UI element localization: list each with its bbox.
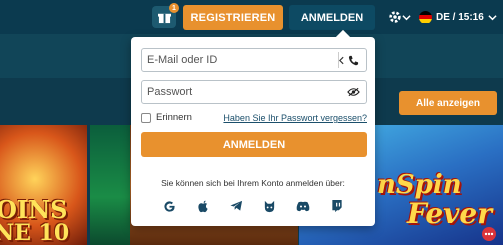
chevron-down-icon [401,14,411,20]
email-placeholder: E-Mail oder ID [147,54,218,66]
discord-icon[interactable] [295,198,311,214]
login-button[interactable]: ANMELDEN [289,5,375,30]
telegram-icon[interactable] [228,198,244,214]
game-tile[interactable]: OINS NE 10 [0,125,87,245]
remember-me[interactable]: Erinnern [141,112,192,123]
gift-icon [157,13,171,23]
gift-badge: 1 [169,3,179,13]
field-separator [338,52,344,68]
eye-off-icon[interactable] [345,84,361,100]
show-all-button[interactable]: Alle anzeigen [399,91,497,115]
social-login-row [161,197,345,215]
register-button[interactable]: REGISTRIEREN [183,5,283,30]
phone-icon[interactable] [345,52,361,68]
apple-icon[interactable] [195,198,211,214]
language-time-label: DE / 15:16 [436,11,484,23]
remember-checkbox[interactable] [141,112,151,123]
twitch-icon[interactable] [329,198,345,214]
language-time-selector[interactable]: DE / 15:16 [419,6,503,28]
forgot-password-link[interactable]: Haben Sie Ihr Passwort vergessen? [223,113,367,123]
game-title-line: Fever [407,197,492,230]
chevron-left-icon [339,56,344,64]
login-submit-button[interactable]: ANMELDEN [141,132,367,157]
game-title-line: nSpin [377,170,462,200]
game-title-line: NE 10 [0,220,70,245]
german-flag-icon [419,10,432,24]
chevron-down-icon [488,14,497,20]
password-field[interactable]: Passwort [141,80,367,104]
password-placeholder: Passwort [147,86,193,98]
remember-label: Erinnern [156,112,192,123]
steam-icon[interactable] [262,198,278,214]
options-dots-icon[interactable] [482,227,496,241]
gear-icon [388,11,401,23]
social-login-text: Sie können sich bei Ihrem Konto anmelden… [161,178,345,188]
gift-button[interactable]: 1 [152,3,179,28]
google-icon[interactable] [161,198,177,214]
settings-button[interactable] [384,8,414,26]
email-field[interactable]: E-Mail oder ID [141,48,367,72]
login-popup: E-Mail oder ID Passwort Erinnern Haben S… [131,29,375,226]
